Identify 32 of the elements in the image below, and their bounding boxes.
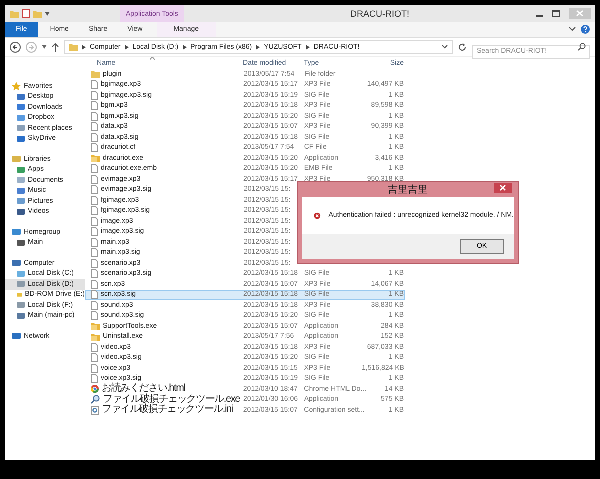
star-icon bbox=[12, 82, 21, 91]
chevron-icon[interactable] bbox=[82, 44, 86, 50]
search-icon bbox=[578, 43, 586, 51]
folder-icon bbox=[91, 322, 100, 330]
close-icon[interactable] bbox=[494, 183, 512, 193]
chevron-icon[interactable] bbox=[124, 44, 129, 50]
folder-icon bbox=[69, 43, 78, 51]
file-name: お読みください.html bbox=[102, 384, 186, 394]
globe-icon bbox=[91, 385, 99, 394]
gear-icon bbox=[91, 406, 99, 415]
magnifier-icon bbox=[91, 395, 100, 404]
back-icon[interactable] bbox=[10, 42, 21, 52]
chevron-icon[interactable] bbox=[256, 44, 260, 50]
window-title: DRACU-RIOT! bbox=[350, 9, 410, 19]
help-icon[interactable] bbox=[581, 25, 590, 34]
maximize-icon[interactable] bbox=[552, 10, 560, 17]
sort-caret-icon bbox=[150, 57, 155, 60]
dialog-title: 吉里吉里 bbox=[388, 184, 428, 196]
folder-icon bbox=[91, 332, 100, 341]
dropdown-icon[interactable] bbox=[442, 45, 448, 49]
expand-ribbon-icon[interactable] bbox=[569, 27, 576, 32]
file-name: ファイル破損チェックツール.ini bbox=[102, 405, 233, 416]
nav-icon bbox=[12, 332, 21, 340]
chevron-icon[interactable] bbox=[182, 44, 187, 50]
file-name: ファイル破損チェックツール.exe bbox=[103, 394, 240, 405]
refresh-icon[interactable] bbox=[458, 42, 467, 52]
chevron-icon[interactable] bbox=[306, 44, 310, 50]
folder-icon bbox=[91, 154, 100, 162]
folder-icon bbox=[91, 70, 100, 78]
recent-locations-icon[interactable] bbox=[42, 45, 47, 49]
up-arrow-icon[interactable] bbox=[52, 42, 59, 52]
dropdown-icon[interactable] bbox=[45, 12, 50, 16]
